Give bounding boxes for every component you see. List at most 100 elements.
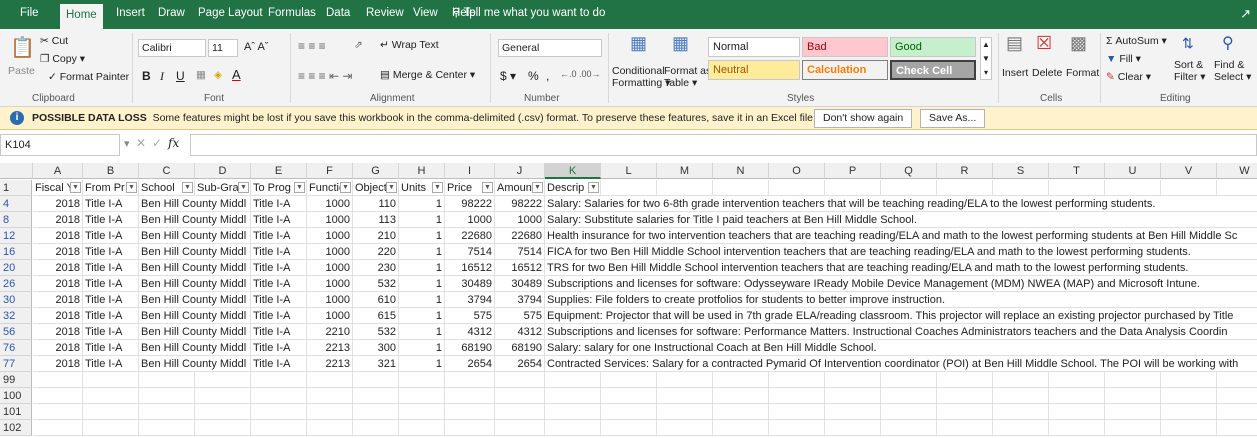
cell[interactable]	[601, 372, 657, 388]
cell[interactable]: Title I-A	[251, 292, 307, 308]
cell[interactable]: 16512	[445, 260, 495, 276]
column-header[interactable]: F	[307, 163, 353, 179]
borders-icon[interactable]: ▦	[196, 69, 206, 81]
cell[interactable]: 1000	[307, 276, 353, 292]
row-header[interactable]: 8	[0, 212, 32, 228]
cell[interactable]	[713, 372, 769, 388]
cell[interactable]	[251, 404, 307, 420]
cell[interactable]: 1000	[307, 196, 353, 212]
tab-draw[interactable]: Draw	[152, 0, 191, 29]
cell[interactable]	[1105, 372, 1161, 388]
font-name-select[interactable]: Calibri	[138, 39, 206, 57]
format-cells-icon[interactable]: ▩	[1070, 33, 1087, 54]
column-header[interactable]: H	[399, 163, 445, 179]
cell[interactable]: FICA for two Ben Hill Middle School inte…	[545, 244, 1257, 260]
align-top-icon[interactable]: ≡ ≡ ≡	[298, 39, 326, 53]
cell[interactable]	[1049, 420, 1105, 436]
cell[interactable]: Contracted Services: Salary for a contra…	[545, 356, 1257, 372]
cell[interactable]: Ben Hill County Middl	[139, 356, 251, 372]
decimal-icon[interactable]: ←.0 .00→	[560, 69, 601, 79]
column-header[interactable]: G	[353, 163, 399, 179]
cell[interactable]	[713, 404, 769, 420]
format-button[interactable]: Format	[1066, 67, 1099, 79]
cell[interactable]	[993, 404, 1049, 420]
column-header[interactable]: D	[195, 163, 251, 179]
cell[interactable]	[713, 388, 769, 404]
cell[interactable]: Subscriptions and licenses for software:…	[545, 324, 1257, 340]
cell[interactable]	[881, 388, 937, 404]
cell[interactable]: Price ▼	[445, 180, 495, 196]
cell[interactable]	[1161, 372, 1217, 388]
align-left-icon[interactable]: ≡ ≡ ≡ ⇤ ⇥	[298, 69, 352, 83]
row-header[interactable]: 99	[0, 372, 32, 388]
cell[interactable]	[83, 420, 139, 436]
row-header[interactable]: 101	[0, 404, 32, 420]
cell[interactable]: Amount ▼	[495, 180, 545, 196]
cell[interactable]	[83, 404, 139, 420]
worksheet-grid[interactable]: A B C D E F G H I J K L M N O P Q R S T U V W 1 Fiscal Yi ▼ From P…	[0, 163, 1257, 438]
cell[interactable]: 22680	[445, 228, 495, 244]
tab-review[interactable]: Review	[360, 0, 410, 29]
cell[interactable]	[33, 420, 83, 436]
cell[interactable]: 30489	[495, 276, 545, 292]
cell[interactable]: 2018	[33, 228, 83, 244]
cell[interactable]	[1105, 420, 1161, 436]
cell[interactable]: 1000	[307, 228, 353, 244]
cell[interactable]: 7514	[445, 244, 495, 260]
cell[interactable]	[657, 420, 713, 436]
share-icon[interactable]: ↗	[1240, 6, 1251, 22]
cell[interactable]	[83, 388, 139, 404]
cell[interactable]: 1	[399, 308, 445, 324]
dont-show-again-button[interactable]: Don't show again	[814, 109, 913, 128]
cell[interactable]: Title I-A	[83, 228, 139, 244]
cell[interactable]	[993, 420, 1049, 436]
style-calculation[interactable]: Calculation	[802, 60, 888, 80]
cell[interactable]: Ben Hill County Middl	[139, 260, 251, 276]
insert-cells-icon[interactable]: ▤	[1006, 33, 1023, 54]
italic-button[interactable]: I	[160, 69, 164, 84]
column-header[interactable]: L	[601, 163, 657, 179]
cell[interactable]: 1	[399, 276, 445, 292]
cell[interactable]: 68190	[445, 340, 495, 356]
cell[interactable]: 4312	[495, 324, 545, 340]
cell[interactable]: 2018	[33, 356, 83, 372]
cell[interactable]: TRS for two Ben Hill Middle School inter…	[545, 260, 1257, 276]
cell[interactable]: Title I-A	[251, 228, 307, 244]
cell[interactable]	[545, 372, 601, 388]
cell[interactable]: 2213	[307, 340, 353, 356]
cell[interactable]: Supplies: File folders to create protfol…	[545, 292, 1257, 308]
cell[interactable]	[769, 180, 825, 196]
cell[interactable]	[399, 404, 445, 420]
column-header[interactable]: C	[139, 163, 195, 179]
cell[interactable]	[251, 420, 307, 436]
cell[interactable]: 2018	[33, 292, 83, 308]
filter-dropdown-icon[interactable]: ▼	[386, 182, 397, 193]
name-box[interactable]: K104	[0, 134, 120, 156]
cell[interactable]: 1000	[307, 244, 353, 260]
cell[interactable]: Equipment: Projector that will be used i…	[545, 308, 1257, 324]
cell[interactable]: 1	[399, 340, 445, 356]
sort-icon[interactable]: ⇅	[1182, 35, 1194, 52]
cell[interactable]	[881, 420, 937, 436]
cell[interactable]	[307, 388, 353, 404]
cell[interactable]	[993, 388, 1049, 404]
cell[interactable]: Title I-A	[251, 324, 307, 340]
cell[interactable]: Functio ▼	[307, 180, 353, 196]
cell[interactable]: 532	[353, 276, 399, 292]
select-all-corner[interactable]	[0, 163, 33, 179]
cell[interactable]: 2210	[307, 324, 353, 340]
cell[interactable]: 2018	[33, 308, 83, 324]
cell[interactable]	[195, 420, 251, 436]
insert-function-icon[interactable]: fx	[168, 136, 179, 150]
currency-button[interactable]: $ ▾	[500, 69, 516, 83]
cell[interactable]: 98222	[445, 196, 495, 212]
tell-me-search[interactable]: ⚲ Tell me what you want to do	[452, 0, 605, 29]
row-header[interactable]: 76	[0, 340, 32, 356]
cell[interactable]: 2018	[33, 260, 83, 276]
column-header[interactable]: T	[1049, 163, 1105, 179]
cell[interactable]	[307, 420, 353, 436]
cell[interactable]	[83, 372, 139, 388]
cell[interactable]: School ▼	[139, 180, 195, 196]
cell[interactable]: 22680	[495, 228, 545, 244]
cell[interactable]	[399, 388, 445, 404]
